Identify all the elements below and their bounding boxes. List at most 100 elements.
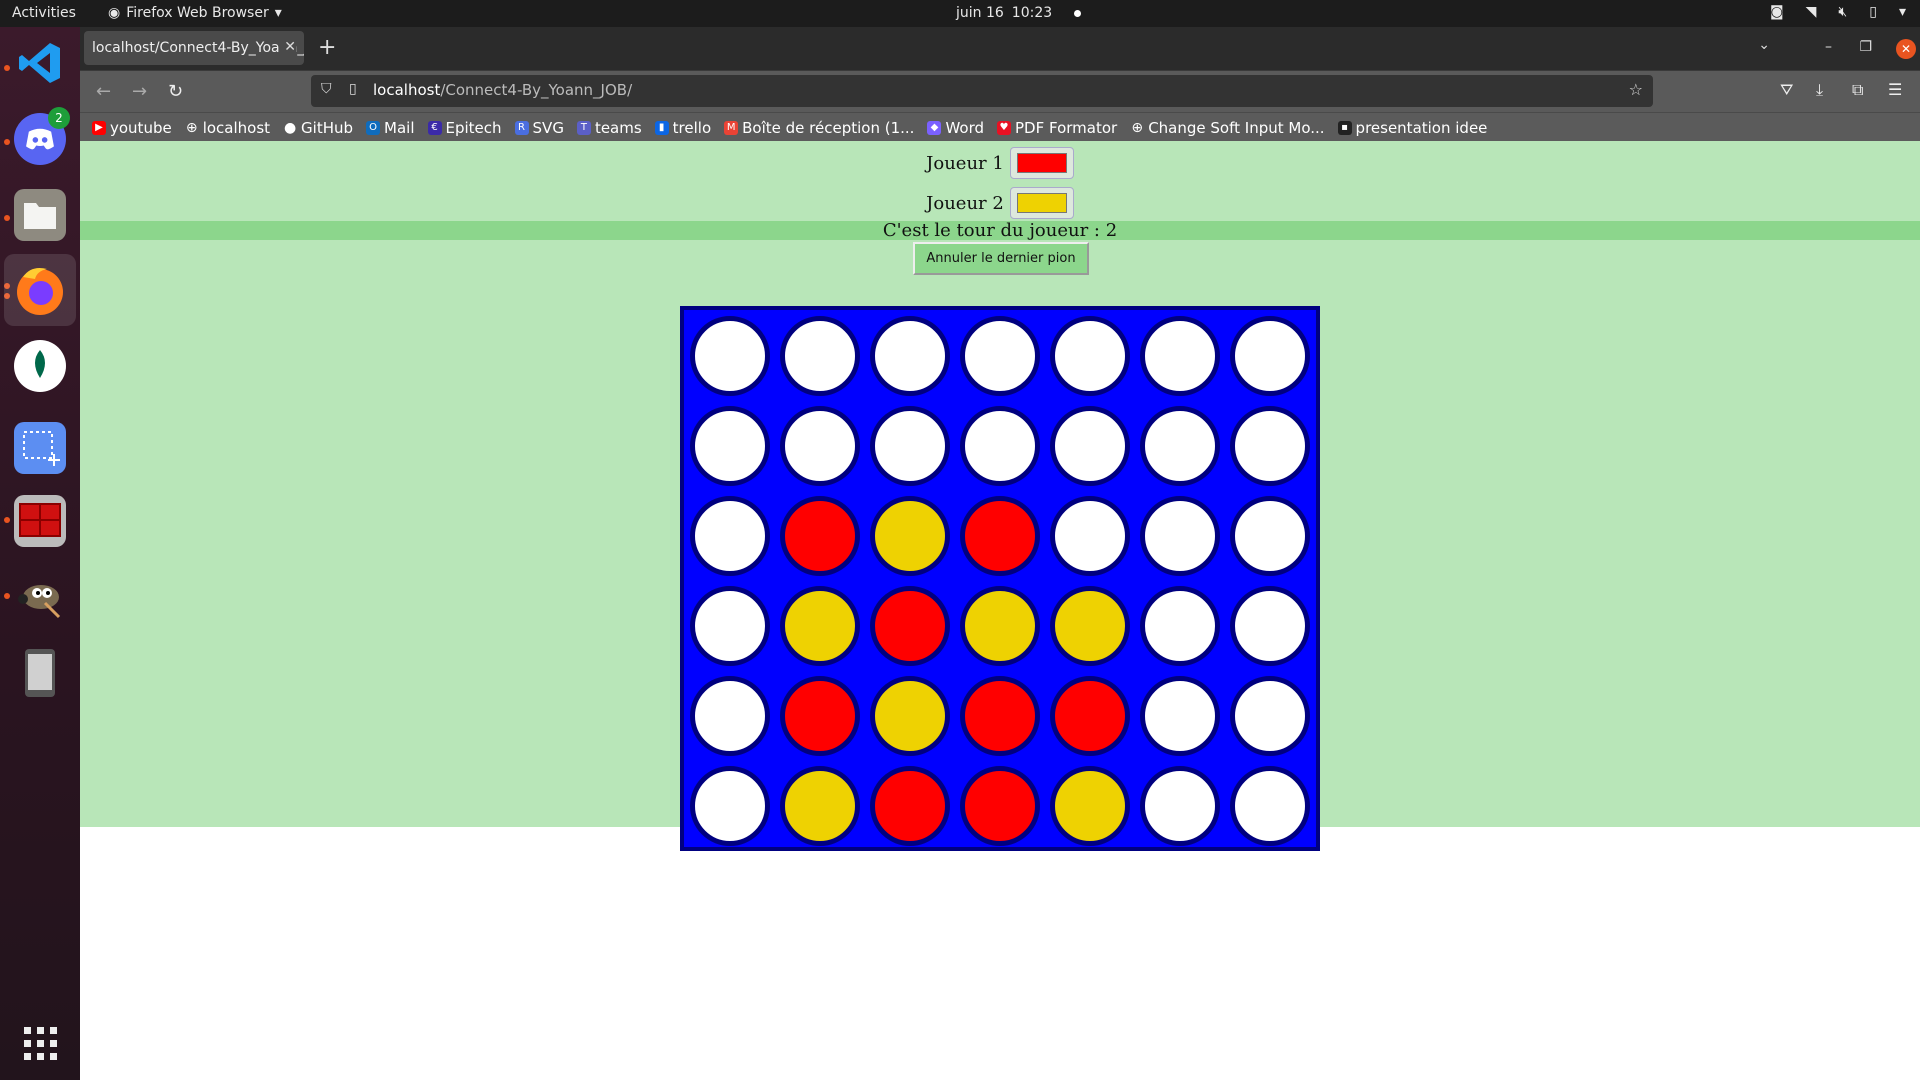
board-cell-r6-c5-player2[interactable]	[1050, 766, 1130, 846]
reload-icon[interactable]: ↻	[168, 81, 183, 102]
dock: 2	[0, 27, 80, 1080]
board-cell-r5-c5-player1[interactable]	[1050, 676, 1130, 756]
board-cell-r6-c2-player2[interactable]	[780, 766, 860, 846]
board-cell-r3-c6-empty[interactable]	[1140, 496, 1220, 576]
board-cell-r3-c1-empty[interactable]	[690, 496, 770, 576]
board-cell-r6-c3-player1[interactable]	[870, 766, 950, 846]
battery-icon: ▯	[1869, 4, 1877, 20]
bookmark-github[interactable]: ● GitHub	[283, 119, 353, 137]
board-cell-r4-c2-player2[interactable]	[780, 586, 860, 666]
gimp-icon	[18, 585, 61, 619]
board-cell-r1-c5-empty[interactable]	[1050, 316, 1130, 396]
board-cell-r2-c4-empty[interactable]	[960, 406, 1040, 486]
dock-firefox[interactable]	[4, 254, 76, 326]
minimize-icon[interactable]: –	[1825, 39, 1832, 55]
dock-vscode[interactable]	[14, 37, 66, 89]
board-cell-r3-c7-empty[interactable]	[1230, 496, 1310, 576]
running-indicator	[4, 215, 10, 221]
forward-arrow-icon[interactable]: →	[132, 81, 147, 102]
bookmark-pdf-formator[interactable]: ♥ PDF Formator	[997, 119, 1117, 137]
player2-color-picker[interactable]	[1009, 187, 1074, 219]
dock-device[interactable]	[14, 647, 66, 699]
board-cell-r1-c3-empty[interactable]	[870, 316, 950, 396]
board-cell-r2-c3-empty[interactable]	[870, 406, 950, 486]
close-tab-icon[interactable]: ✕	[280, 39, 296, 55]
board-cell-r3-c5-empty[interactable]	[1050, 496, 1130, 576]
hamburger-menu-icon[interactable]: ☰	[1888, 80, 1902, 99]
dock-screenshot[interactable]	[14, 422, 66, 474]
board-cell-r6-c6-empty[interactable]	[1140, 766, 1220, 846]
undo-last-piece-button[interactable]: Annuler le dernier pion	[913, 242, 1089, 275]
show-applications-button[interactable]	[14, 1017, 66, 1069]
bookmark-bo-te-de-r-ception-1[interactable]: M Boîte de réception (1...	[724, 119, 914, 137]
downloads-icon[interactable]: ⤓	[1816, 80, 1823, 100]
svgrepo-icon: R	[514, 120, 529, 135]
bookmark-change-soft-input-mo[interactable]: ⊕ Change Soft Input Mo...	[1130, 119, 1324, 137]
restore-icon[interactable]: ❐	[1859, 39, 1872, 55]
bookmark-epitech[interactable]: € Epitech	[427, 119, 502, 137]
bookmark-localhost[interactable]: ⊕ localhost	[185, 119, 270, 137]
new-tab-button[interactable]: +	[318, 35, 336, 60]
board-cell-r2-c7-empty[interactable]	[1230, 406, 1310, 486]
board-cell-r5-c4-player1[interactable]	[960, 676, 1040, 756]
board-cell-r6-c1-empty[interactable]	[690, 766, 770, 846]
board-cell-r3-c4-player1[interactable]	[960, 496, 1040, 576]
system-tray[interactable]: ◙ ◥ 🔇︎ ▯ ▾	[1770, 4, 1906, 20]
dock-gimp[interactable]	[14, 572, 66, 624]
board-cell-r1-c2-empty[interactable]	[780, 316, 860, 396]
board-cell-r4-c3-player1[interactable]	[870, 586, 950, 666]
board-cell-r2-c1-empty[interactable]	[690, 406, 770, 486]
turn-status: C'est le tour du joueur : 2	[80, 221, 1920, 240]
board-cell-r2-c6-empty[interactable]	[1140, 406, 1220, 486]
board-cell-r4-c5-player2[interactable]	[1050, 586, 1130, 666]
url-path: /Connect4-By_Yoann_JOB/	[440, 81, 633, 99]
bookmark-mail[interactable]: O Mail	[366, 119, 415, 137]
bookmark-trello[interactable]: ▮ trello	[654, 119, 711, 137]
back-arrow-icon[interactable]: ←	[96, 81, 111, 102]
board-cell-r2-c2-empty[interactable]	[780, 406, 860, 486]
list-all-tabs-chevron-down-icon[interactable]: ⌄	[1758, 37, 1770, 53]
page-info-icon[interactable]: ▯	[349, 81, 357, 97]
bookmark-youtube[interactable]: ▶ youtube	[92, 119, 172, 137]
app-menu[interactable]: ◉ Firefox Web Browser ▾	[108, 5, 282, 21]
board-cell-r1-c7-empty[interactable]	[1230, 316, 1310, 396]
board-cell-r4-c7-empty[interactable]	[1230, 586, 1310, 666]
board-cell-r1-c6-empty[interactable]	[1140, 316, 1220, 396]
board-cell-r5-c2-player1[interactable]	[780, 676, 860, 756]
close-window-icon[interactable]: ✕	[1896, 39, 1916, 59]
dock-terminator[interactable]	[14, 495, 66, 547]
board-cell-r4-c6-empty[interactable]	[1140, 586, 1220, 666]
url-text[interactable]: localhost/Connect4-By_Yoann_JOB/	[373, 81, 632, 99]
pocket-icon[interactable]: ⛛	[1780, 80, 1793, 100]
board-cell-r6-c7-empty[interactable]	[1230, 766, 1310, 846]
bookmark-teams[interactable]: Tteams	[576, 119, 642, 137]
tab-connect4[interactable]: localhost/Connect4-By_Yoann_JOB/ ✕	[84, 31, 304, 65]
clock[interactable]: juin 16 10:23	[956, 5, 1082, 21]
tracking-protection-shield-icon[interactable]: ⛉	[321, 81, 332, 97]
bookmark-word[interactable]: ◆ Word	[927, 119, 984, 137]
player1-color-picker[interactable]	[1009, 147, 1074, 179]
url-bar[interactable]: ⛉ ▯ localhost/Connect4-By_Yoann_JOB/ ☆	[311, 75, 1653, 107]
board-cell-r2-c5-empty[interactable]	[1050, 406, 1130, 486]
player2-row: Joueur 2	[80, 187, 1920, 219]
bookmark-svg[interactable]: R SVG	[514, 119, 564, 137]
board-cell-r1-c4-empty[interactable]	[960, 316, 1040, 396]
bookmark-presentation-idee[interactable]: ▪ presentation idee	[1337, 119, 1487, 137]
board-cell-r3-c3-player2[interactable]	[870, 496, 950, 576]
dock-discord[interactable]: 2	[14, 107, 70, 165]
board-cell-r5-c6-empty[interactable]	[1140, 676, 1220, 756]
dock-mongodb[interactable]	[14, 340, 66, 392]
extensions-puzzle-icon[interactable]: ⧉	[1852, 80, 1863, 100]
dock-files[interactable]	[14, 189, 66, 241]
bookmark-star-icon[interactable]: ☆	[1629, 80, 1643, 99]
board-cell-r4-c1-empty[interactable]	[690, 586, 770, 666]
board-cell-r5-c3-player2[interactable]	[870, 676, 950, 756]
board-cell-r3-c2-player1[interactable]	[780, 496, 860, 576]
board-cell-r6-c4-player1[interactable]	[960, 766, 1040, 846]
board-cell-r5-c1-empty[interactable]	[690, 676, 770, 756]
board-cell-r1-c1-empty[interactable]	[690, 316, 770, 396]
activities-button[interactable]: Activities	[12, 5, 76, 21]
board-cell-r4-c4-player2[interactable]	[960, 586, 1040, 666]
discord-tray-icon[interactable]: ◙	[1770, 4, 1784, 20]
board-cell-r5-c7-empty[interactable]	[1230, 676, 1310, 756]
